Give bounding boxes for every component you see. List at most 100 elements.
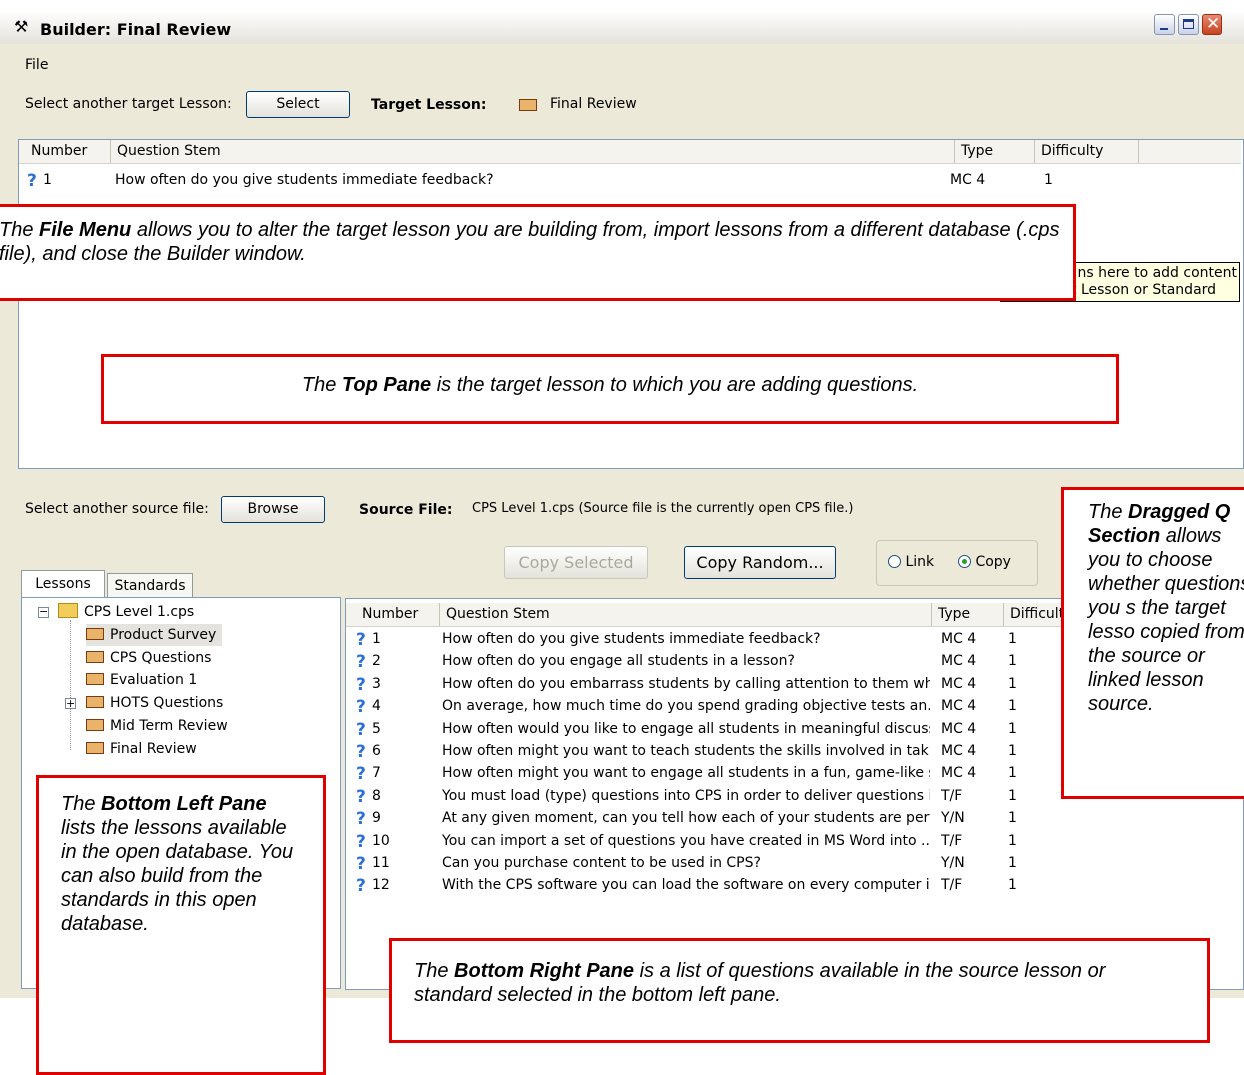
menu-file[interactable]: File [25, 57, 48, 73]
callout-bold: Bottom Right Pane [454, 960, 635, 982]
table-row[interactable]: ? 11 Can you purchase content to be used i… [346, 852, 1226, 874]
row-difficulty: 1 [1008, 653, 1017, 670]
col-type[interactable]: Type [932, 603, 1004, 626]
question-icon: ? [356, 720, 366, 738]
tree-item-evaluation-1[interactable]: Evaluation 1 [86, 669, 197, 691]
callout-text: is the target lesson to which you are ad… [431, 374, 919, 396]
close-icon: ✕ [1206, 14, 1221, 34]
callout-text: allows you to choose whether questions y… [1088, 525, 1244, 715]
tab-lessons[interactable]: Lessons [21, 570, 105, 598]
row-stem: At any given moment, can you tell how ea… [442, 810, 930, 827]
maximize-button[interactable] [1178, 14, 1199, 35]
row-stem: How often do you embarrass students by c… [442, 675, 930, 692]
tree-expand-toggle[interactable]: − [38, 606, 49, 618]
row-difficulty: 1 [1008, 832, 1017, 849]
window-title: Builder: Final Review [40, 20, 232, 39]
col-number[interactable]: Number [356, 603, 440, 626]
top-table-header: Number Question Stem Type Difficulty [19, 140, 1241, 164]
row-number: 7 [372, 765, 381, 782]
row-difficulty: 1 [1008, 720, 1017, 737]
question-icon: ? [27, 171, 37, 189]
row-difficulty: 1 [1008, 810, 1017, 827]
tree-line [70, 620, 71, 750]
select-button[interactable]: Select [246, 91, 350, 118]
question-icon: ? [356, 652, 366, 670]
table-row[interactable]: ? 10 You can import a set of questions you… [346, 830, 1226, 852]
book-icon [519, 98, 537, 114]
book-icon [86, 651, 104, 663]
callout-file-menu: The File Menu allows you to alter the ta… [0, 204, 1076, 301]
svg-text:?: ? [356, 764, 366, 782]
question-icon: ? [356, 764, 366, 782]
row-number: 1 [43, 172, 52, 188]
question-icon: ? [356, 876, 366, 894]
table-row[interactable]: ? 9 At any given moment, can you tell how … [346, 807, 1226, 829]
svg-text:?: ? [356, 854, 366, 872]
callout-text: The [1088, 501, 1129, 523]
row-number: 2 [372, 653, 381, 670]
minimize-icon [1160, 28, 1168, 30]
svg-text:?: ? [356, 876, 366, 894]
browse-button[interactable]: Browse [221, 496, 325, 523]
row-difficulty: 1 [1008, 698, 1017, 715]
row-difficulty: 1 [1008, 675, 1017, 692]
row-type: Y/N [941, 810, 965, 827]
tree-item-hots-questions[interactable]: HOTS Questions [86, 692, 223, 714]
row-number: 1 [372, 631, 381, 647]
row-stem: How often might you want to engage all s… [442, 765, 930, 782]
col-difficulty[interactable]: Difficulty [1035, 140, 1139, 163]
col-question-stem[interactable]: Question Stem [111, 140, 955, 163]
callout-bottom-right: The Bottom Right Pane is a list of quest… [389, 938, 1210, 1043]
question-icon: ? [356, 697, 366, 715]
tree-root-label: CPS Level 1.cps [84, 604, 195, 620]
book-icon [86, 673, 104, 685]
minimize-button[interactable] [1154, 14, 1175, 35]
copy-radio[interactable]: Copy [958, 554, 1011, 570]
copy-random-button[interactable]: Copy Random... [684, 546, 836, 579]
row-stem: With the CPS software you can load the s… [442, 877, 930, 894]
row-stem: How often do you give students immediate… [442, 631, 821, 647]
question-icon: ? [356, 809, 366, 827]
row-difficulty: 1 [1044, 172, 1053, 188]
close-button[interactable]: ✕ [1202, 14, 1222, 35]
tree-expand-icon[interactable]: + [65, 698, 76, 709]
tree-item-final-review[interactable]: Final Review [86, 738, 197, 760]
link-radio[interactable]: Link [888, 554, 934, 570]
row-type: MC 4 [941, 720, 977, 737]
row-stem: How often do you give students immediate… [115, 172, 494, 188]
row-stem: On average, how much time do you spend g… [442, 698, 930, 715]
target-lesson-value: Final Review [550, 96, 637, 112]
callout-text: The [0, 219, 40, 241]
tree-item-label: CPS Questions [110, 650, 212, 666]
tree-item-mid-term-review[interactable]: Mid Term Review [86, 715, 228, 737]
callout-text: The [414, 960, 455, 982]
table-row[interactable]: ? 1 How often do you give students immed… [19, 169, 1239, 191]
col-question-stem[interactable]: Question Stem [440, 603, 932, 626]
col-number[interactable]: Number [25, 140, 111, 163]
tab-standards[interactable]: Standards [107, 573, 193, 597]
col-type[interactable]: Type [955, 140, 1035, 163]
callout-text: The [301, 374, 342, 396]
row-type: MC 4 [941, 743, 977, 759]
tree-item-product-survey[interactable]: Product Survey [86, 624, 223, 646]
tree-root[interactable]: CPS Level 1.cps [58, 601, 194, 623]
row-stem: How often do you engage all students in … [442, 653, 795, 670]
svg-text:?: ? [356, 832, 366, 850]
copy-selected-button[interactable]: Copy Selected [504, 546, 648, 579]
folder-icon [58, 603, 78, 618]
row-type: MC 4 [941, 698, 977, 715]
row-number: 10 [372, 832, 390, 849]
callout-top-pane: The Top Pane is the target lesson to whi… [101, 354, 1119, 424]
row-number: 8 [372, 787, 381, 804]
callout-text: The [61, 793, 102, 815]
svg-text:?: ? [356, 652, 366, 670]
callout-dragged-section: The Dragged Q Section allows you to choo… [1061, 487, 1244, 799]
table-row[interactable]: ? 12 With the CPS software you can load th… [346, 874, 1226, 896]
callout-text: lists the lessons available in the open … [61, 817, 294, 935]
row-stem: You must load (type) questions into CPS … [442, 787, 930, 804]
tree-item-cps-questions[interactable]: CPS Questions [86, 647, 211, 669]
tree-item-label: Final Review [110, 741, 197, 757]
book-icon [86, 628, 104, 640]
callout-bold: Bottom Left Pane [101, 793, 267, 815]
row-number: 11 [372, 855, 390, 871]
